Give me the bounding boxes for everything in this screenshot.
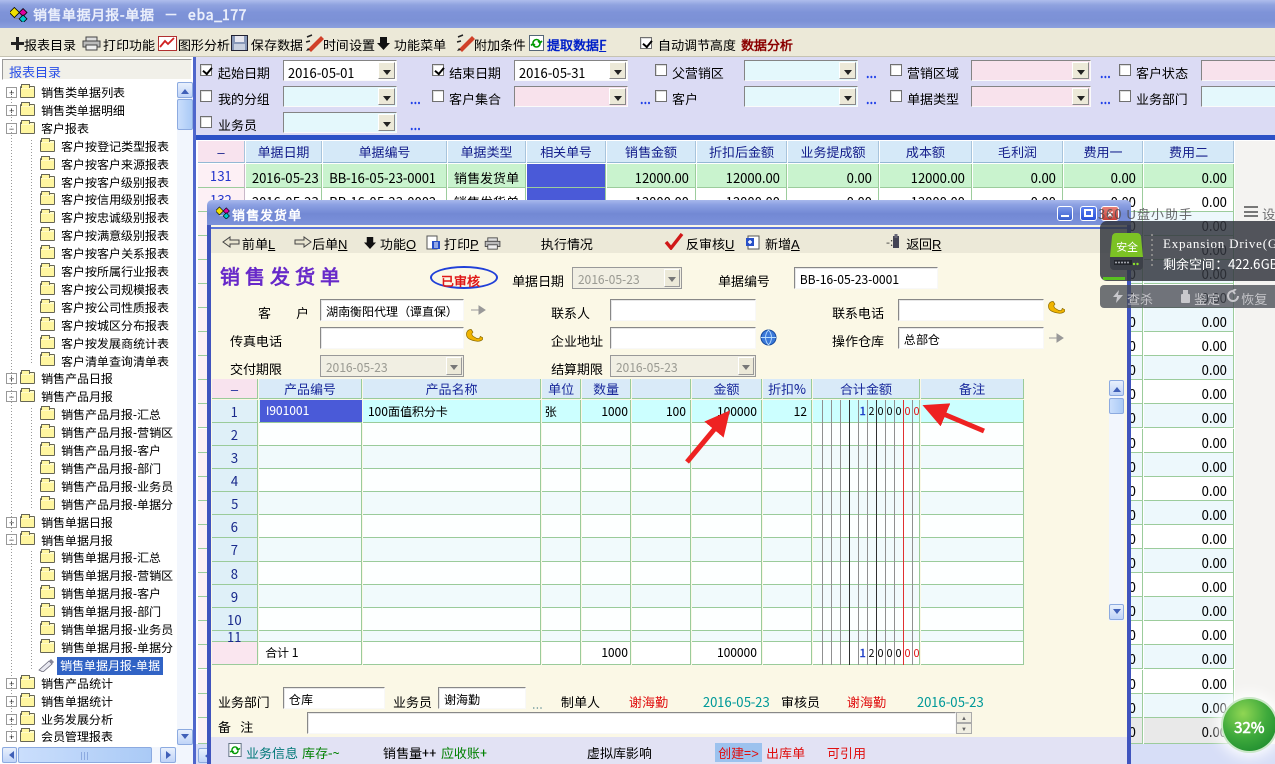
svg-text:安全: 安全 [1116,239,1138,255]
